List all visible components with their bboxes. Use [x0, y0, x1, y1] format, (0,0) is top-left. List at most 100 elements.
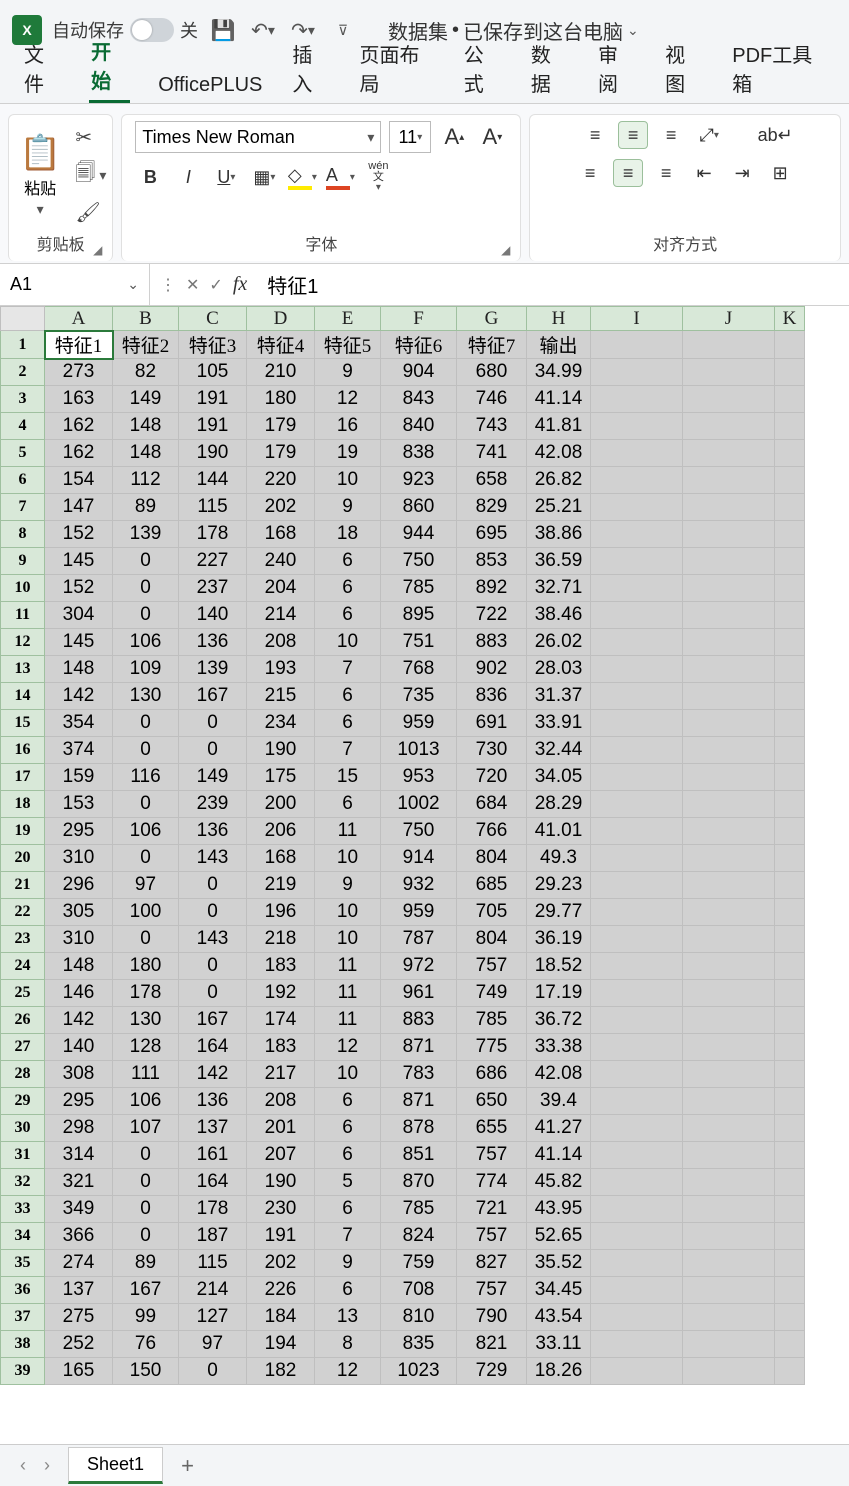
row-header-18[interactable]: 18 — [1, 791, 45, 818]
cell-J25[interactable] — [683, 980, 775, 1007]
cell-J6[interactable] — [683, 467, 775, 494]
cell-A29[interactable]: 295 — [45, 1088, 113, 1115]
tab-review[interactable]: 审阅 — [596, 33, 637, 103]
cell-I31[interactable] — [591, 1142, 683, 1169]
cell-G4[interactable]: 743 — [457, 413, 527, 440]
cell-H33[interactable]: 43.95 — [527, 1196, 591, 1223]
cell-F23[interactable]: 787 — [381, 926, 457, 953]
cell-F30[interactable]: 878 — [381, 1115, 457, 1142]
row-header-34[interactable]: 34 — [1, 1223, 45, 1250]
cell-E12[interactable]: 10 — [315, 629, 381, 656]
cell-B39[interactable]: 150 — [113, 1358, 179, 1385]
cell-H12[interactable]: 26.02 — [527, 629, 591, 656]
cell-D29[interactable]: 208 — [247, 1088, 315, 1115]
cell-K34[interactable] — [775, 1223, 805, 1250]
cell-D36[interactable]: 226 — [247, 1277, 315, 1304]
cell-C8[interactable]: 178 — [179, 521, 247, 548]
cell-K22[interactable] — [775, 899, 805, 926]
cell-I2[interactable] — [591, 359, 683, 386]
cell-D6[interactable]: 220 — [247, 467, 315, 494]
row-header-22[interactable]: 22 — [1, 899, 45, 926]
cell-C18[interactable]: 239 — [179, 791, 247, 818]
cell-A11[interactable]: 304 — [45, 602, 113, 629]
cell-B19[interactable]: 106 — [113, 818, 179, 845]
cell-A38[interactable]: 252 — [45, 1331, 113, 1358]
cell-C33[interactable]: 178 — [179, 1196, 247, 1223]
cell-E24[interactable]: 11 — [315, 953, 381, 980]
cell-I12[interactable] — [591, 629, 683, 656]
quickaccess-more[interactable]: ⊽ — [328, 15, 358, 45]
cell-J33[interactable] — [683, 1196, 775, 1223]
cell-B30[interactable]: 107 — [113, 1115, 179, 1142]
cell-D17[interactable]: 175 — [247, 764, 315, 791]
merge-button[interactable]: ⊞ — [765, 159, 795, 187]
cell-A22[interactable]: 305 — [45, 899, 113, 926]
cell-A4[interactable]: 162 — [45, 413, 113, 440]
cell-A5[interactable]: 162 — [45, 440, 113, 467]
cell-H29[interactable]: 39.4 — [527, 1088, 591, 1115]
cell-F37[interactable]: 810 — [381, 1304, 457, 1331]
col-header-K[interactable]: K — [775, 307, 805, 331]
cell-B18[interactable]: 0 — [113, 791, 179, 818]
align-center-button[interactable]: ≡ — [613, 159, 643, 187]
cell-B13[interactable]: 109 — [113, 656, 179, 683]
cell-C21[interactable]: 0 — [179, 872, 247, 899]
cell-I18[interactable] — [591, 791, 683, 818]
cell-H26[interactable]: 36.72 — [527, 1007, 591, 1034]
cell-B25[interactable]: 178 — [113, 980, 179, 1007]
cell-B24[interactable]: 180 — [113, 953, 179, 980]
cell-K3[interactable] — [775, 386, 805, 413]
cell-J3[interactable] — [683, 386, 775, 413]
cell-I22[interactable] — [591, 899, 683, 926]
fx-button[interactable]: fx — [233, 273, 247, 296]
cell-J27[interactable] — [683, 1034, 775, 1061]
cell-K23[interactable] — [775, 926, 805, 953]
cell-I26[interactable] — [591, 1007, 683, 1034]
cell-F12[interactable]: 751 — [381, 629, 457, 656]
cell-E39[interactable]: 12 — [315, 1358, 381, 1385]
cell-E14[interactable]: 6 — [315, 683, 381, 710]
cell-F11[interactable]: 895 — [381, 602, 457, 629]
cell-J11[interactable] — [683, 602, 775, 629]
cell-C34[interactable]: 187 — [179, 1223, 247, 1250]
cell-D2[interactable]: 210 — [247, 359, 315, 386]
cell-A8[interactable]: 152 — [45, 521, 113, 548]
cell-E36[interactable]: 6 — [315, 1277, 381, 1304]
cell-G35[interactable]: 827 — [457, 1250, 527, 1277]
row-header-30[interactable]: 30 — [1, 1115, 45, 1142]
cell-I29[interactable] — [591, 1088, 683, 1115]
cell-G3[interactable]: 746 — [457, 386, 527, 413]
sheet-tab-sheet1[interactable]: Sheet1 — [68, 1447, 163, 1484]
row-header-5[interactable]: 5 — [1, 440, 45, 467]
cell-K14[interactable] — [775, 683, 805, 710]
row-header-36[interactable]: 36 — [1, 1277, 45, 1304]
cell-K8[interactable] — [775, 521, 805, 548]
cell-J20[interactable] — [683, 845, 775, 872]
cell-J13[interactable] — [683, 656, 775, 683]
cell-F33[interactable]: 785 — [381, 1196, 457, 1223]
cell-C28[interactable]: 142 — [179, 1061, 247, 1088]
cell-C17[interactable]: 149 — [179, 764, 247, 791]
cell-I10[interactable] — [591, 575, 683, 602]
cell-I34[interactable] — [591, 1223, 683, 1250]
col-header-D[interactable]: D — [247, 307, 315, 331]
font-color-button[interactable]: A▾ — [325, 163, 355, 191]
decrease-indent-button[interactable]: ⇤ — [689, 159, 719, 187]
cell-J21[interactable] — [683, 872, 775, 899]
col-header-J[interactable]: J — [683, 307, 775, 331]
cell-J38[interactable] — [683, 1331, 775, 1358]
cell-B37[interactable]: 99 — [113, 1304, 179, 1331]
cell-G8[interactable]: 695 — [457, 521, 527, 548]
align-middle-button[interactable]: ≡ — [618, 121, 648, 149]
cell-A12[interactable]: 145 — [45, 629, 113, 656]
cell-H8[interactable]: 38.86 — [527, 521, 591, 548]
cell-J2[interactable] — [683, 359, 775, 386]
cut-button[interactable]: ✂ — [75, 125, 106, 150]
cell-E15[interactable]: 6 — [315, 710, 381, 737]
cell-G14[interactable]: 836 — [457, 683, 527, 710]
cell-A2[interactable]: 273 — [45, 359, 113, 386]
cell-F18[interactable]: 1002 — [381, 791, 457, 818]
cell-K31[interactable] — [775, 1142, 805, 1169]
cell-K28[interactable] — [775, 1061, 805, 1088]
cell-D18[interactable]: 200 — [247, 791, 315, 818]
